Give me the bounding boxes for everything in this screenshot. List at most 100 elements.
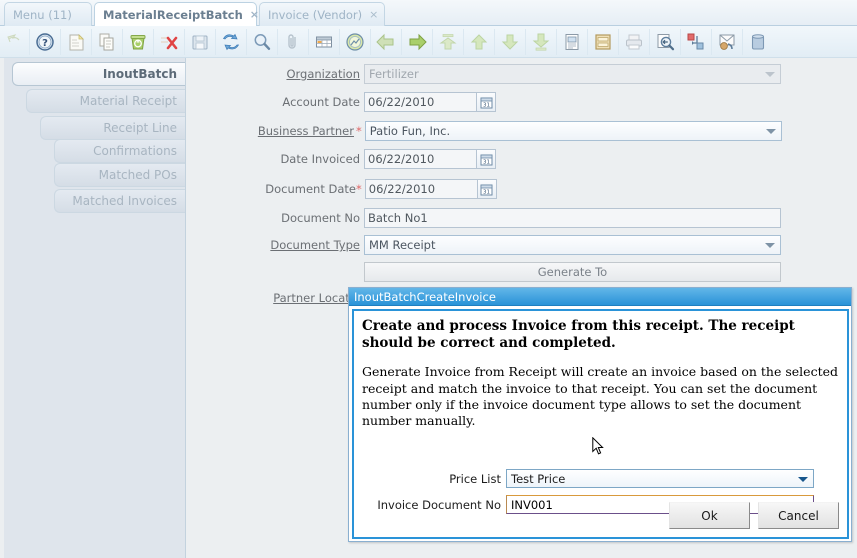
business-partner-combo[interactable]: Patio Fun, Inc. — [364, 121, 782, 141]
tab-menu[interactable]: Menu (11) — [4, 2, 92, 26]
required-marker: * — [356, 124, 362, 138]
generate-to-label: Generate To — [537, 265, 608, 279]
document-type-combo[interactable]: MM Receipt — [364, 235, 781, 255]
date-invoiced-value: 06/22/2010 — [368, 152, 435, 166]
print-icon[interactable] — [620, 28, 648, 56]
detail-record-icon[interactable] — [496, 28, 524, 56]
application-window: Menu (11) MaterialReceiptBatch × Invoice… — [0, 0, 857, 558]
delete-selection-icon[interactable] — [155, 28, 183, 56]
chevron-down-icon — [798, 476, 808, 482]
main-toolbar: ? — [0, 26, 857, 58]
tab-label: Invoice (Vendor) — [268, 7, 363, 22]
dialog-row-price-list: Price List Test Price — [354, 469, 847, 488]
invoice-document-no-value: INV001 — [511, 497, 553, 512]
report-icon[interactable] — [558, 28, 586, 56]
business-partner-value: Patio Fun, Inc. — [369, 124, 451, 138]
sidebar-item-matched-pos[interactable]: Matched POs — [54, 163, 185, 187]
sidebar-item-confirmations[interactable]: Confirmations — [54, 139, 185, 163]
invoice-document-no-label: Invoice Document No — [377, 497, 501, 512]
calendar-icon[interactable]: 31 — [477, 149, 496, 169]
chevron-down-icon — [765, 129, 776, 134]
refresh-icon[interactable] — [217, 28, 245, 56]
help-icon[interactable]: ? — [31, 28, 59, 56]
field-row-organization: Organization Fertilizer — [188, 64, 788, 84]
ok-button[interactable]: Ok — [669, 502, 750, 529]
cancel-button-label: Cancel — [778, 508, 819, 523]
request-icon[interactable] — [713, 28, 741, 56]
svg-text:?: ? — [42, 38, 48, 49]
next-record-icon[interactable] — [403, 28, 431, 56]
document-date-input[interactable]: 06/22/2010 — [364, 179, 478, 199]
sidebar-item-material-receipt[interactable]: Material Receipt — [26, 89, 185, 113]
organization-combo[interactable]: Fertilizer — [364, 64, 781, 84]
zoom-across-icon[interactable] — [651, 28, 679, 56]
partner-location-label[interactable]: Partner Locatio — [188, 288, 360, 308]
parent-record-icon[interactable] — [465, 28, 493, 56]
organization-value: Fertilizer — [369, 67, 419, 81]
delete-record-icon[interactable] — [124, 28, 152, 56]
price-list-value: Test Price — [511, 471, 566, 486]
last-record-icon[interactable] — [527, 28, 555, 56]
tab-label: Menu (11) — [13, 7, 72, 22]
active-workflow-icon[interactable] — [682, 28, 710, 56]
close-icon[interactable]: × — [250, 9, 259, 20]
document-date-label: Document Date — [265, 182, 356, 196]
calendar-icon[interactable]: 31 — [477, 179, 497, 199]
undo-icon[interactable] — [0, 28, 28, 56]
ok-button-label: Ok — [701, 508, 718, 523]
archive-icon[interactable] — [589, 28, 617, 56]
document-date-value: 06/22/2010 — [368, 182, 436, 196]
sidebar-item-receipt-line[interactable]: Receipt Line — [40, 116, 185, 140]
date-invoiced-input[interactable]: 06/22/2010 — [364, 149, 477, 169]
product-info-icon[interactable] — [744, 28, 772, 56]
account-date-input[interactable]: 06/22/2010 — [364, 92, 477, 112]
sidebar-item-label: InoutBatch — [102, 67, 177, 81]
tab-label: MaterialReceiptBatch — [103, 7, 243, 22]
document-type-label[interactable]: Document Type — [188, 235, 360, 255]
document-type-value: MM Receipt — [369, 238, 436, 252]
sidebar-item-matched-invoices[interactable]: Matched Invoices — [54, 189, 185, 213]
dialog-heading: Create and process Invoice from this rec… — [362, 318, 795, 351]
svg-text:31: 31 — [483, 102, 490, 108]
required-marker: * — [356, 182, 362, 196]
dialog-frame: Create and process Invoice from this rec… — [352, 309, 849, 539]
field-row-date-invoiced: Date Invoiced 06/22/2010 31 — [188, 149, 788, 169]
business-partner-label[interactable]: Business Partner — [188, 121, 354, 141]
field-row-business-partner: Business Partner * Patio Fun, Inc. — [188, 121, 788, 141]
sidebar-item-label: Confirmations — [93, 144, 177, 158]
dialog-button-bar: Ok Cancel — [669, 502, 839, 529]
sidebar-item-label: Receipt Line — [103, 121, 177, 135]
history-icon[interactable] — [341, 28, 369, 56]
cancel-button[interactable]: Cancel — [758, 502, 839, 529]
close-icon[interactable]: × — [369, 9, 378, 20]
document-no-input[interactable]: Batch No1 — [364, 208, 781, 228]
save-icon[interactable] — [186, 28, 214, 56]
organization-label[interactable]: Organization — [188, 64, 360, 84]
field-row-generate-to: Generate To — [188, 262, 788, 282]
sidebar-item-label: Matched POs — [98, 168, 177, 182]
tab-material-receipt-batch[interactable]: MaterialReceiptBatch × — [94, 2, 259, 26]
price-list-combo[interactable]: Test Price — [506, 469, 814, 488]
find-icon[interactable] — [248, 28, 276, 56]
account-date-label: Account Date — [282, 95, 360, 109]
generate-to-button[interactable]: Generate To — [364, 262, 781, 282]
field-row-document-no: Document No Batch No1 — [188, 208, 788, 228]
tab-strip: Menu (11) MaterialReceiptBatch × Invoice… — [0, 0, 857, 26]
chevron-down-icon — [765, 243, 775, 248]
dialog-title-label: InoutBatchCreateInvoice — [354, 289, 496, 304]
sidebar-item-label: Material Receipt — [79, 94, 177, 108]
first-record-icon[interactable] — [434, 28, 462, 56]
grid-toggle-icon[interactable] — [310, 28, 338, 56]
tab-invoice-vendor[interactable]: Invoice (Vendor) × — [259, 2, 385, 26]
copy-record-icon[interactable] — [93, 28, 121, 56]
dialog-title-bar[interactable]: InoutBatchCreateInvoice — [349, 288, 851, 306]
previous-record-icon[interactable] — [372, 28, 400, 56]
chevron-down-icon — [765, 72, 775, 77]
document-no-label: Document No — [281, 211, 360, 225]
sidebar-item-inoutbatch[interactable]: InoutBatch — [12, 62, 185, 86]
new-record-icon[interactable] — [62, 28, 90, 56]
attachment-icon[interactable] — [279, 28, 307, 56]
inout-batch-create-invoice-dialog: InoutBatchCreateInvoice Create and proce… — [348, 287, 852, 542]
date-invoiced-label: Date Invoiced — [280, 152, 360, 166]
calendar-icon[interactable]: 31 — [477, 92, 496, 112]
